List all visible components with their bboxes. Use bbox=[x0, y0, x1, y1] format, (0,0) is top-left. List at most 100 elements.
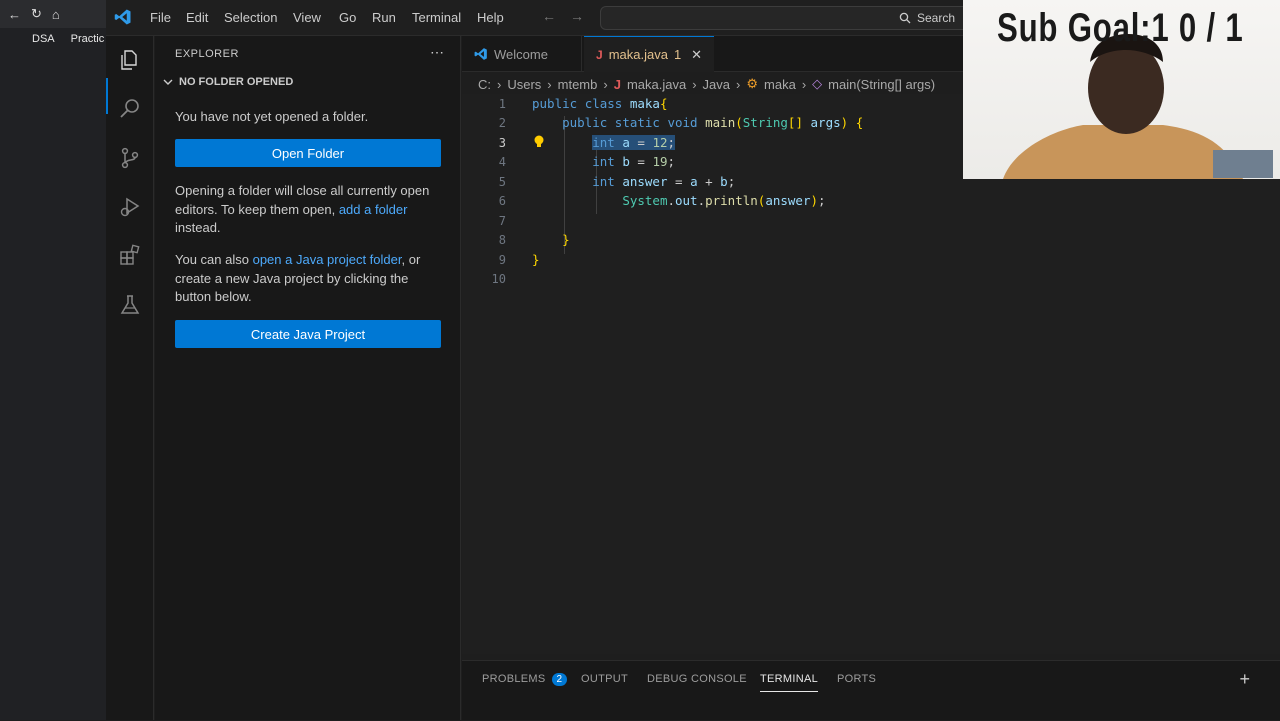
tab-label: maka.java bbox=[608, 47, 668, 62]
explorer-sidebar: EXPLORER ⋯ NO FOLDER OPENED You have not… bbox=[155, 36, 461, 720]
code-line: int a = 12; bbox=[592, 135, 676, 150]
section-title: NO FOLDER OPENED bbox=[179, 76, 294, 88]
chevron-right-icon: › bbox=[801, 76, 807, 92]
tab-label: Welcome bbox=[494, 46, 548, 62]
chevron-right-icon: › bbox=[497, 76, 502, 92]
java-file-icon: J bbox=[596, 47, 603, 62]
menu-edit[interactable]: Edit bbox=[186, 10, 208, 25]
webcam-overlay: Sub Goal:1 0 / 1 bbox=[963, 0, 1280, 179]
java-file-icon: J bbox=[613, 76, 621, 92]
problems-count-badge: 2 bbox=[551, 673, 568, 686]
code-line: int answer = a + b; bbox=[592, 174, 736, 189]
chevron-right-icon: › bbox=[736, 76, 741, 92]
browser-window-edge: ← ↻ ⌂ DSA Practic bbox=[0, 0, 106, 720]
tab-label: PROBLEMS bbox=[482, 673, 546, 685]
line-number: 10 bbox=[491, 272, 506, 286]
tab-debug-console[interactable]: DEBUG CONSOLE bbox=[647, 673, 747, 685]
more-actions-icon[interactable]: ⋯ bbox=[430, 44, 444, 61]
activity-bar bbox=[106, 36, 154, 720]
search-label: Search bbox=[916, 11, 955, 25]
new-terminal-icon[interactable]: + bbox=[1239, 669, 1250, 690]
menu-selection[interactable]: Selection bbox=[224, 10, 277, 25]
menu-help[interactable]: Help bbox=[477, 10, 504, 25]
menu-run[interactable]: Run bbox=[372, 10, 396, 25]
code-line: public static void main(String[] args) { bbox=[562, 115, 864, 130]
breadcrumb-item[interactable]: mtemb bbox=[558, 77, 598, 92]
breadcrumb-item[interactable]: maka bbox=[764, 77, 796, 92]
breadcrumb-item[interactable]: Java bbox=[703, 77, 730, 92]
method-icon: ◇ bbox=[812, 76, 823, 91]
line-number: 1 bbox=[498, 97, 506, 111]
bookmark-item[interactable]: Practic bbox=[71, 33, 105, 45]
active-indicator bbox=[106, 78, 108, 114]
add-folder-link[interactable]: add a folder bbox=[339, 202, 408, 217]
command-center-search[interactable]: Search bbox=[600, 6, 980, 30]
tab-maka-java[interactable]: J maka.java 1 ✕ bbox=[584, 36, 714, 72]
code-line: System.out.println(answer); bbox=[622, 193, 826, 208]
class-icon: ⚙ bbox=[746, 76, 759, 91]
line-number: 2 bbox=[498, 116, 506, 130]
run-debug-icon[interactable] bbox=[118, 195, 142, 219]
breadcrumb-item[interactable]: maka.java bbox=[627, 77, 686, 92]
goal-overlay-text: Sub Goal:1 0 / 1 bbox=[997, 6, 1244, 50]
folder-hint: Opening a folder will close all currentl… bbox=[175, 182, 445, 238]
no-folder-message: You have not yet opened a folder. bbox=[175, 109, 369, 124]
code-line: } bbox=[562, 232, 570, 247]
hint-text: instead. bbox=[175, 220, 221, 235]
open-folder-button[interactable]: Open Folder bbox=[175, 139, 441, 167]
bottom-panel: PROBLEMS 2 OUTPUT DEBUG CONSOLE TERMINAL … bbox=[462, 660, 1280, 720]
tab-welcome[interactable]: Welcome bbox=[462, 36, 582, 72]
testing-icon[interactable] bbox=[118, 293, 142, 317]
code-line: public class maka{ bbox=[532, 96, 668, 111]
menu-file[interactable]: File bbox=[150, 10, 171, 25]
forward-icon[interactable]: → bbox=[570, 8, 598, 24]
line-number: 3 bbox=[498, 136, 506, 150]
breadcrumb: C: › Users › mtemb › J maka.java › Java … bbox=[478, 76, 935, 92]
back-icon[interactable]: ← bbox=[542, 8, 570, 24]
line-number: 6 bbox=[498, 194, 506, 208]
reload-icon[interactable]: ↻ bbox=[31, 6, 42, 22]
breadcrumb-item[interactable]: C: bbox=[478, 77, 491, 92]
hint-text: You can also bbox=[175, 252, 253, 267]
line-number: 4 bbox=[498, 155, 506, 169]
line-number: 8 bbox=[498, 233, 506, 247]
explorer-icon[interactable] bbox=[118, 48, 142, 72]
create-java-project-button[interactable]: Create Java Project bbox=[175, 320, 441, 348]
tab-terminal[interactable]: TERMINAL bbox=[760, 673, 819, 692]
menu-view[interactable]: View bbox=[293, 10, 321, 25]
tab-problems[interactable]: PROBLEMS 2 bbox=[482, 673, 568, 686]
code-line: } bbox=[532, 252, 540, 267]
search-icon[interactable] bbox=[118, 97, 142, 121]
tab-output[interactable]: OUTPUT bbox=[581, 673, 628, 685]
java-hint: You can also open a Java project folder,… bbox=[175, 251, 445, 307]
search-icon bbox=[899, 12, 911, 24]
nav-arrows: ←→ bbox=[542, 8, 598, 24]
line-number: 7 bbox=[498, 214, 506, 228]
code-line: int b = 19; bbox=[592, 154, 676, 169]
menu-go[interactable]: Go bbox=[339, 10, 356, 25]
vscode-logo-icon bbox=[474, 48, 487, 60]
line-number: 5 bbox=[498, 175, 506, 189]
open-java-project-link[interactable]: open a Java project folder bbox=[253, 252, 402, 267]
problem-count: 1 bbox=[673, 47, 682, 62]
tab-ports[interactable]: PORTS bbox=[837, 673, 876, 685]
chevron-right-icon: › bbox=[692, 76, 697, 92]
sidebar-title: EXPLORER bbox=[175, 48, 239, 60]
extensions-icon[interactable] bbox=[118, 244, 142, 268]
terminal-output[interactable] bbox=[482, 709, 1272, 721]
chevron-right-icon: › bbox=[547, 76, 552, 92]
chevron-down-icon bbox=[163, 79, 173, 85]
breadcrumb-item[interactable]: main(String[] args) bbox=[828, 77, 935, 92]
section-header[interactable]: NO FOLDER OPENED bbox=[163, 76, 293, 88]
breadcrumb-item[interactable]: Users bbox=[507, 77, 541, 92]
menu-terminal[interactable]: Terminal bbox=[412, 10, 461, 25]
browser-nav-bar: ← ↻ ⌂ bbox=[0, 0, 106, 28]
source-control-icon[interactable] bbox=[118, 146, 142, 170]
bookmark-item[interactable]: DSA bbox=[32, 33, 55, 45]
vscode-logo-icon bbox=[114, 9, 131, 25]
back-arrow-icon[interactable]: ← bbox=[8, 7, 21, 22]
home-icon[interactable]: ⌂ bbox=[52, 7, 60, 22]
close-icon[interactable]: ✕ bbox=[691, 47, 702, 63]
chevron-right-icon: › bbox=[603, 76, 608, 92]
line-number: 9 bbox=[498, 253, 506, 267]
